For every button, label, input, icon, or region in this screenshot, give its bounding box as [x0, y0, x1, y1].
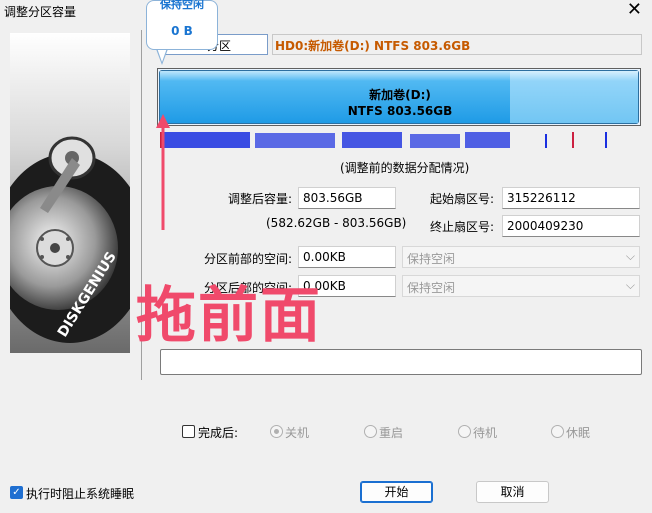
radio-standby-label: 待机 — [473, 426, 498, 440]
data-distribution-map — [160, 132, 607, 148]
start-button[interactable]: 开始 — [360, 481, 433, 503]
chevron-down-icon: ⌵ — [625, 278, 635, 292]
start-sector-label: 起始扇区号: — [429, 192, 494, 206]
partition-bar-frame: 新加卷(D:) NTFS 803.56GB — [157, 68, 641, 126]
partition-bar[interactable]: 新加卷(D:) NTFS 803.56GB — [159, 70, 639, 124]
end-sector-input[interactable]: 2000409230 — [502, 215, 640, 237]
title-bar: 调整分区容量 ✕ — [0, 0, 652, 22]
diskgenius-logo-image: DISKGENIUS — [10, 33, 130, 353]
radio-hibernate-label: 休眠 — [566, 426, 591, 440]
prevent-sleep-checkbox[interactable]: ✓ — [10, 486, 23, 499]
radio-restart-label: 重启 — [379, 426, 404, 440]
tooltip-tail-inner — [157, 48, 167, 62]
radio-shutdown-label: 关机 — [285, 426, 310, 440]
partition-bar-gloss — [160, 71, 638, 81]
tooltip-size: 0 B — [171, 24, 193, 38]
after-space-action-select[interactable]: 保持空闲 ⌵ — [402, 275, 640, 297]
prevent-sleep-label: 执行时阻止系统睡眠 — [26, 487, 135, 501]
radio-hibernate[interactable] — [551, 425, 564, 438]
before-space-label: 分区前部的空间: — [203, 252, 292, 266]
partition-bar-label: 新加卷(D:) NTFS 803.56GB — [160, 87, 640, 119]
after-done-label: 完成后: — [198, 426, 239, 440]
after-space-action-value: 保持空闲 — [407, 281, 456, 295]
disk-info-field: HD0:新加卷(D:) NTFS 803.6GB — [272, 34, 642, 55]
end-sector-label: 终止扇区号: — [429, 220, 494, 234]
close-icon[interactable]: ✕ — [627, 0, 642, 20]
drag-tooltip: 保持空闲 0 B — [146, 0, 218, 50]
window-title: 调整分区容量 — [4, 5, 77, 19]
chevron-down-icon: ⌵ — [625, 249, 635, 263]
size-label: 调整后容量: — [227, 192, 292, 206]
annotation-text: 拖前面 — [136, 281, 322, 351]
radio-shutdown[interactable] — [270, 425, 283, 438]
size-input[interactable]: 803.56GB — [298, 187, 396, 209]
after-done-checkbox[interactable] — [182, 425, 195, 438]
size-range: (582.62GB - 803.56GB) — [266, 216, 407, 230]
progress-bar — [160, 349, 642, 375]
partition-bar-fs: NTFS 803.56GB — [347, 104, 453, 118]
radio-restart[interactable] — [364, 425, 377, 438]
before-space-action-select[interactable]: 保持空闲 ⌵ — [402, 246, 640, 268]
partition-bar-name: 新加卷(D:) — [369, 88, 431, 102]
tooltip-action: 保持空闲 — [160, 0, 204, 11]
disk-info-text: HD0:新加卷(D:) NTFS 803.6GB — [275, 39, 471, 53]
distribution-caption: (调整前的数据分配情况) — [340, 161, 470, 175]
drag-arrow-icon — [156, 114, 170, 230]
cancel-button[interactable]: 取消 — [476, 481, 549, 503]
before-space-action-value: 保持空闲 — [407, 252, 456, 266]
before-space-input[interactable]: 0.00KB — [298, 246, 396, 268]
start-sector-input[interactable]: 315226112 — [502, 187, 640, 209]
radio-standby[interactable] — [458, 425, 471, 438]
